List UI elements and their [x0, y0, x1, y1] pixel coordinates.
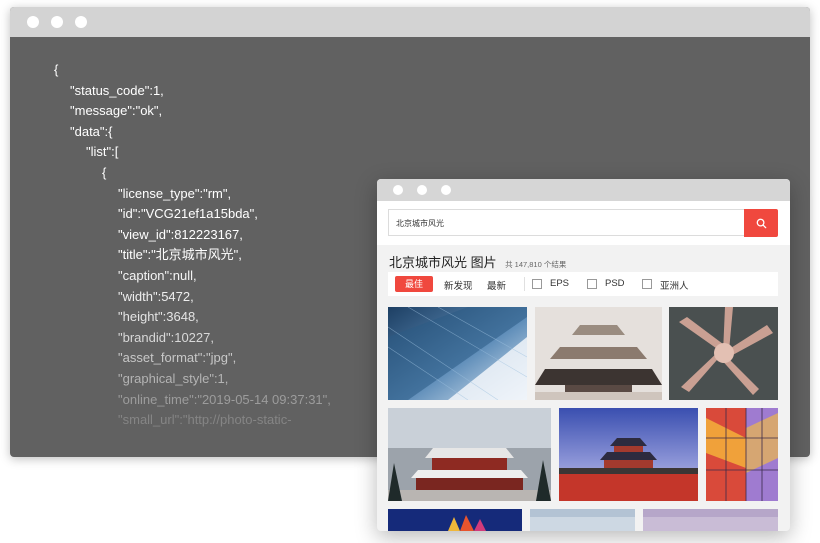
psd-checkbox[interactable] — [587, 279, 597, 289]
filter-latest[interactable]: 最新 — [487, 278, 506, 292]
code-line: "id":"VCG21ef1a15bda", — [118, 206, 258, 222]
window-close-dot[interactable] — [27, 16, 39, 28]
code-line: "caption":null, — [118, 268, 197, 283]
code-line: "list":[ — [86, 144, 119, 160]
code-line: "license_type":"rm", — [118, 185, 232, 201]
photo-colorful-glass-building[interactable] — [706, 408, 778, 501]
photo-forbidden-city-roof[interactable] — [535, 307, 662, 400]
code-line: "message":"ok", — [70, 103, 163, 119]
window-minimize-dot[interactable] — [51, 16, 63, 28]
photo-night-colorful[interactable] — [388, 509, 522, 531]
search-input[interactable]: 北京城市风光 — [388, 209, 744, 236]
result-count: 共 147,810 个结果 — [505, 260, 567, 269]
window-close-dot[interactable] — [393, 185, 403, 195]
code-window-titlebar — [10, 7, 810, 37]
search-icon — [756, 218, 766, 228]
photo-glass-skyscrapers[interactable] — [388, 307, 527, 400]
code-line: "asset_format":"jpg", — [118, 350, 237, 366]
results-heading: 北京城市风光 图片 共 147,810 个结果 — [389, 252, 566, 272]
search-area: 北京城市风光 — [377, 201, 790, 245]
photo-pale-sky[interactable] — [530, 509, 635, 531]
psd-label: PSD — [605, 278, 625, 289]
code-line: "title":"北京城市风光", — [118, 247, 242, 263]
photo-temple-of-heaven[interactable] — [559, 408, 698, 501]
code-line: { — [54, 62, 59, 77]
code-line: "data":{ — [70, 123, 113, 139]
photo-lavender-sky[interactable] — [643, 509, 778, 531]
code-line: "small_url":"http://photo-static- — [118, 412, 292, 428]
gallery-window: 北京城市风光 北京城市风光 图片 共 147,810 个结果 最佳 新发现 最新… — [377, 179, 790, 531]
filter-new-discover[interactable]: 新发现 — [444, 278, 473, 292]
code-line: "width":5472, — [118, 288, 194, 304]
code-line: "graphical_style":1, — [118, 371, 229, 386]
eps-checkbox[interactable] — [532, 279, 542, 289]
filter-best-button[interactable]: 最佳 — [395, 276, 433, 292]
eps-label: EPS — [550, 278, 570, 289]
gallery-window-titlebar — [377, 179, 790, 201]
code-line: { — [102, 165, 107, 180]
asian-checkbox[interactable] — [642, 279, 652, 289]
filter-bar: 最佳 新发现 最新 EPS PSD 亚洲人 — [388, 272, 778, 296]
photo-forbidden-city-snow[interactable] — [388, 408, 551, 501]
code-line: "height":3648, — [118, 309, 199, 325]
page-title: 北京城市风光 图片 — [389, 255, 497, 270]
filter-divider — [524, 277, 525, 291]
search-button[interactable] — [744, 209, 778, 237]
photo-daxing-airport-aerial[interactable] — [669, 307, 778, 400]
asian-label: 亚洲人 — [660, 281, 689, 292]
code-line: "view_id":812223167, — [118, 226, 243, 242]
window-minimize-dot[interactable] — [417, 185, 427, 195]
window-maximize-dot[interactable] — [75, 16, 87, 28]
window-maximize-dot[interactable] — [441, 185, 451, 195]
code-line: "brandid":10227, — [118, 329, 214, 345]
code-line: "status_code":1, — [70, 82, 164, 98]
code-line: "online_time":"2019-05-14 09:37:31", — [118, 391, 331, 407]
